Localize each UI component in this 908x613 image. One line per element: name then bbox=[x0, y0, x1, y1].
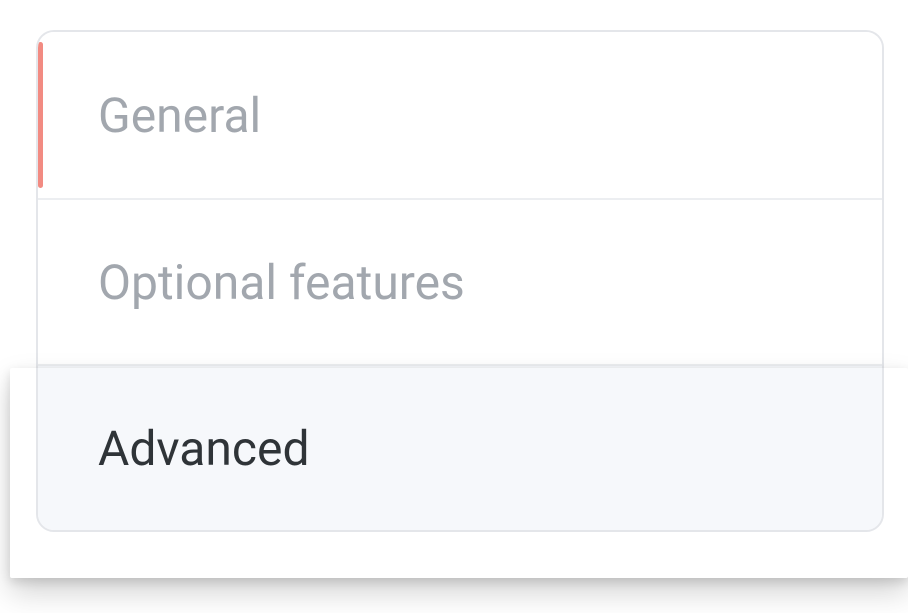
tab-label: General bbox=[98, 87, 261, 144]
tab-label: Optional features bbox=[98, 254, 465, 311]
tab-label: Advanced bbox=[98, 420, 310, 477]
tab-optional-features[interactable]: Optional features bbox=[38, 198, 882, 364]
tab-general[interactable]: General bbox=[38, 32, 882, 198]
settings-tab-panel: General Optional features Advanced bbox=[36, 30, 884, 532]
tab-advanced[interactable]: Advanced bbox=[38, 364, 882, 530]
